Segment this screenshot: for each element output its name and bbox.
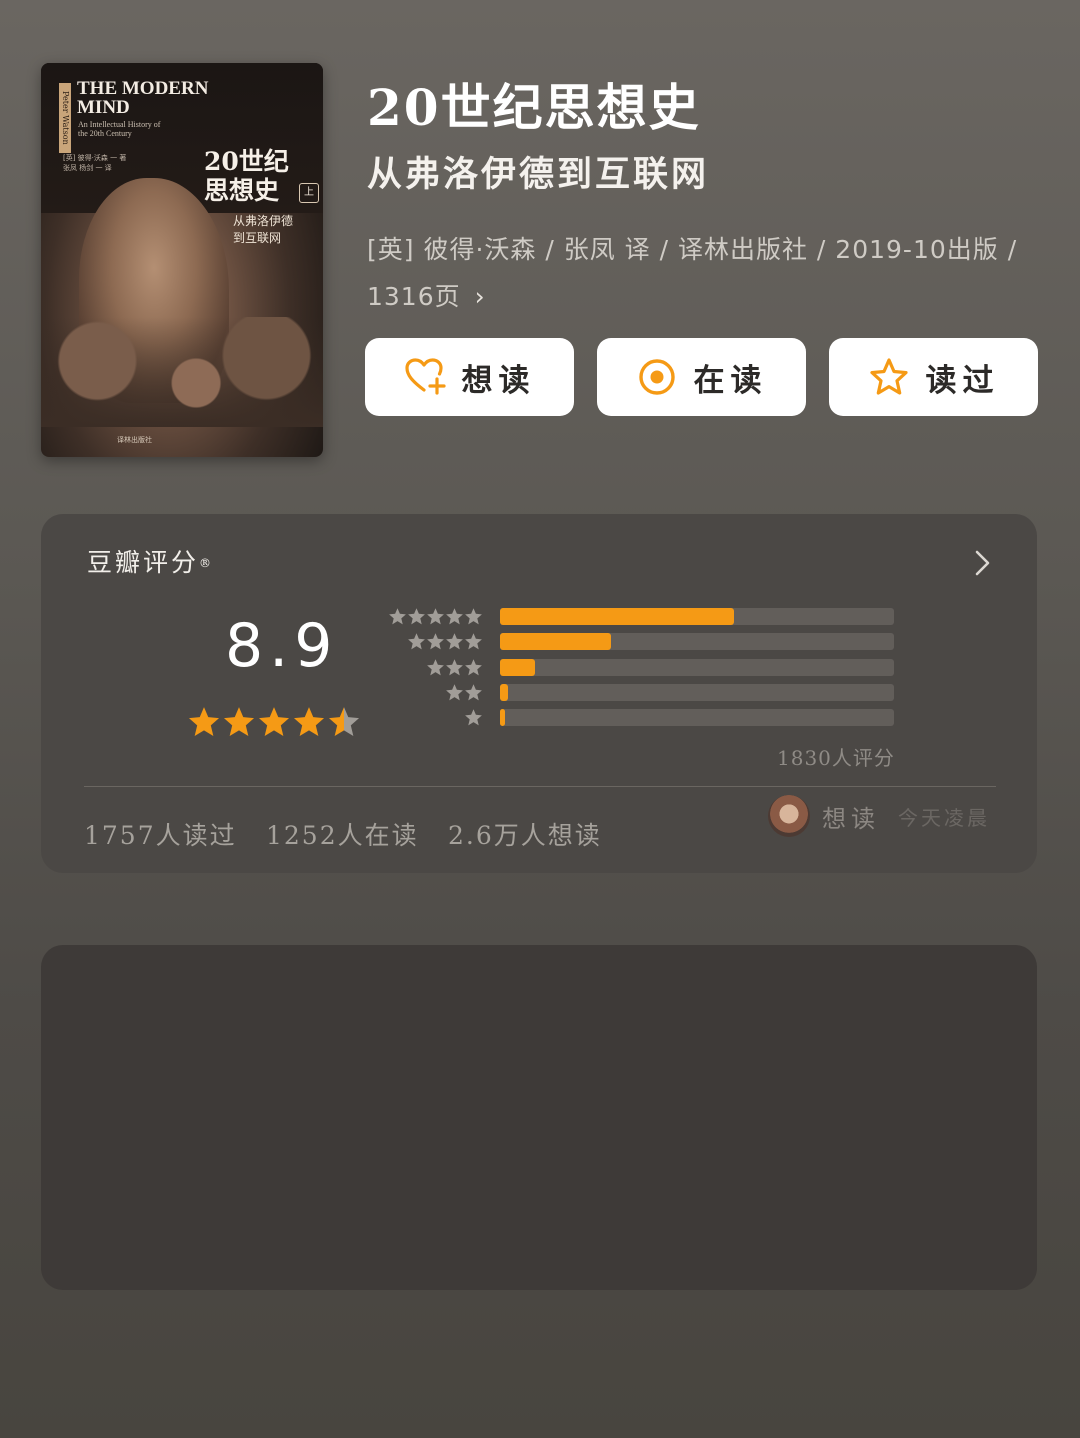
book-cover[interactable]: Peter Watson THE MODERN MIND An Intellec…	[41, 63, 323, 457]
rating-card[interactable]: 豆瓣评分® 8.9 1830人评分 1757人读过 1252人在读 2.6万人想…	[41, 514, 1037, 873]
star-filled-icon	[223, 707, 255, 737]
star-icon	[465, 658, 482, 675]
stat-want[interactable]: 2.6万人想读	[448, 816, 602, 852]
distribution-bar-fill	[500, 608, 735, 625]
book-subtitle: 从弗洛伊德到互联网	[367, 154, 710, 195]
activity-time: 今天凌晨	[898, 805, 990, 830]
rating-stars	[187, 705, 361, 739]
cover-english-title: THE MODERN MIND	[77, 78, 209, 118]
book-meta-link[interactable]: [英] 彼得·沃森 / 张凤 译 / 译林出版社 / 2019-10出版 / 1…	[367, 226, 1037, 320]
have-read-label: 读过	[925, 362, 1000, 399]
distribution-stars-5	[388, 607, 483, 626]
star-filled-icon	[293, 707, 325, 737]
want-to-read-label: 想读	[461, 362, 536, 399]
star-icon	[389, 608, 406, 625]
recent-activity[interactable]: 想读 今天凌晨	[768, 795, 990, 837]
rating-score: 8.9	[225, 611, 339, 681]
rating-count[interactable]: 1830人评分	[777, 742, 895, 771]
star-half-icon	[328, 707, 360, 737]
have-read-button[interactable]: 读过	[829, 338, 1038, 416]
distribution-stars-2	[445, 683, 483, 702]
distribution-bar-5	[500, 608, 894, 625]
cover-publisher: 译林出版社	[117, 436, 152, 444]
activity-verb: 想读	[822, 804, 880, 833]
distribution-bar-fill	[500, 683, 508, 701]
star-icon	[465, 709, 482, 726]
star-icon	[465, 608, 482, 625]
star-icon	[427, 658, 444, 675]
star-icon	[408, 633, 425, 650]
cover-chinese-title: 20世纪 思想史	[204, 147, 289, 205]
stat-read[interactable]: 1757人读过	[84, 816, 237, 852]
chevron-right-icon: ›	[474, 282, 486, 311]
distribution-bar-3	[500, 658, 894, 676]
distribution-stars-3	[426, 658, 483, 677]
star-icon	[446, 633, 463, 650]
distribution-stars-4	[407, 632, 483, 651]
distribution-bar-fill	[500, 709, 505, 727]
star-icon	[465, 633, 482, 650]
heart-plus-icon	[404, 358, 446, 395]
divider	[84, 786, 996, 787]
avatar	[768, 795, 810, 837]
rating-label: 豆瓣评分®	[87, 547, 214, 579]
registered-mark: ®	[199, 556, 215, 570]
cover-author-label: Peter Watson	[59, 83, 71, 153]
star-icon	[446, 684, 463, 701]
distribution-bar-fill	[500, 633, 612, 651]
distribution-bar-1	[500, 709, 894, 727]
star-icon	[427, 633, 444, 650]
rating-label-text: 豆瓣评分	[87, 548, 200, 577]
star-icon	[408, 608, 425, 625]
stat-reading[interactable]: 1252人在读	[266, 816, 419, 852]
distribution-bar-2	[500, 683, 894, 701]
content-card-placeholder	[41, 945, 1037, 1290]
chevron-right-icon[interactable]	[970, 550, 994, 576]
book-title: 20世纪思想史	[367, 78, 701, 137]
distribution-stars-1	[464, 708, 483, 727]
cover-english-subtitle: An Intellectual History of the 20th Cent…	[78, 120, 161, 138]
star-filled-icon	[258, 707, 290, 737]
cover-sculpture-background	[41, 317, 323, 427]
star-icon	[465, 684, 482, 701]
cover-credits: [英] 彼得·沃森 一 著 张凤 杨剑 一 译	[63, 154, 127, 172]
star-outline-icon	[869, 358, 908, 395]
distribution-bar-fill	[500, 658, 536, 676]
reading-label: 在读	[693, 362, 768, 399]
target-circle-icon	[638, 359, 675, 395]
star-icon	[446, 658, 463, 675]
star-icon	[427, 608, 444, 625]
star-filled-icon	[188, 707, 220, 737]
star-icon	[446, 608, 463, 625]
cover-chinese-subtitle: 从弗洛伊德 到互联网	[233, 214, 294, 245]
book-meta-text: [英] 彼得·沃森 / 张凤 译 / 译林出版社 / 2019-10出版 / 1…	[367, 235, 1018, 311]
distribution-bar-4	[500, 633, 894, 651]
want-to-read-button[interactable]: 想读	[365, 338, 574, 416]
reading-button[interactable]: 在读	[597, 338, 806, 416]
cover-volume-badge: 上	[299, 183, 319, 203]
